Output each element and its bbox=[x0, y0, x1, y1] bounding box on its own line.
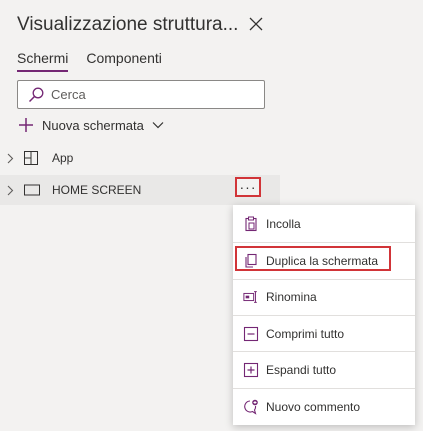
menu-divider bbox=[233, 388, 415, 389]
comment-icon bbox=[243, 399, 259, 415]
menu-item-label: Nuovo commento bbox=[266, 400, 361, 414]
rename-icon bbox=[243, 289, 259, 305]
menu-item-label: Rinomina bbox=[266, 290, 317, 304]
tab-bar: Schermi Componenti bbox=[17, 50, 162, 72]
new-screen-label: Nuova schermata bbox=[42, 117, 144, 133]
menu-item-new-comment[interactable]: Nuovo commento bbox=[233, 390, 415, 424]
app-icon bbox=[23, 150, 41, 166]
menu-item-paste[interactable]: Incolla bbox=[233, 207, 415, 241]
menu-item-expand-all[interactable]: Espandi tutto bbox=[233, 353, 415, 387]
search-placeholder: Cerca bbox=[51, 87, 86, 102]
pane-title: Visualizzazione struttura... bbox=[17, 14, 239, 35]
menu-divider bbox=[233, 351, 415, 352]
chevron-right-icon[interactable] bbox=[7, 153, 17, 164]
menu-item-label: Espandi tutto bbox=[266, 363, 337, 377]
tab-screens[interactable]: Schermi bbox=[17, 50, 69, 72]
menu-item-rename[interactable]: Rinomina bbox=[233, 280, 415, 314]
menu-divider bbox=[233, 242, 415, 243]
tab-components[interactable]: Componenti bbox=[86, 50, 162, 72]
context-menu: Incolla Duplica la schermata Rinomina Co… bbox=[233, 205, 415, 425]
chevron-down-icon bbox=[152, 121, 164, 129]
close-icon[interactable] bbox=[246, 14, 266, 34]
new-screen-button[interactable]: Nuova schermata bbox=[18, 117, 164, 133]
search-icon bbox=[28, 87, 44, 103]
menu-divider bbox=[233, 315, 415, 316]
collapse-all-icon bbox=[243, 326, 259, 342]
plus-icon bbox=[18, 117, 34, 133]
tree-item-app[interactable]: App bbox=[0, 143, 280, 173]
screen-icon bbox=[23, 183, 41, 197]
paste-icon bbox=[243, 216, 259, 232]
menu-item-collapse-all[interactable]: Comprimi tutto bbox=[233, 317, 415, 351]
tree-item-label: App bbox=[52, 151, 74, 165]
expand-all-icon bbox=[243, 362, 259, 378]
menu-item-label: Incolla bbox=[266, 217, 301, 231]
search-input[interactable]: Cerca bbox=[17, 80, 265, 109]
chevron-right-icon[interactable] bbox=[7, 185, 17, 196]
menu-item-label: Comprimi tutto bbox=[266, 327, 345, 341]
duplicate-highlight-box bbox=[235, 246, 391, 271]
tree-item-label: HOME SCREEN bbox=[52, 183, 142, 197]
ellipsis-icon: ··· bbox=[239, 179, 257, 195]
more-options-button[interactable]: ··· bbox=[235, 177, 261, 197]
